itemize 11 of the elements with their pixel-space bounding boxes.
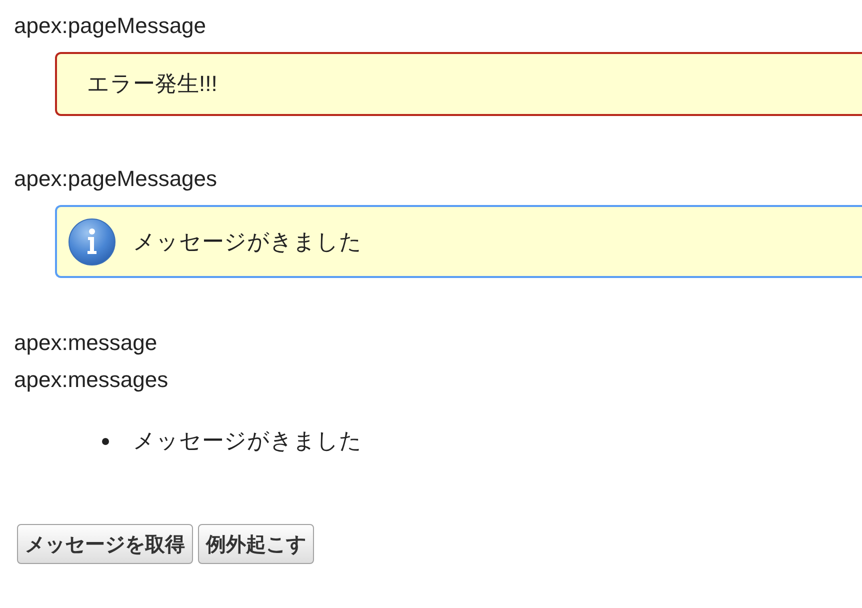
section-heading: apex:message	[14, 330, 158, 356]
section-heading: apex:pageMessages	[14, 166, 218, 192]
message-text: エラー発生!!!	[87, 70, 218, 98]
section-heading: apex:pageMessage	[14, 13, 206, 39]
action-button[interactable]: メッセージを取得	[17, 524, 193, 564]
message-text: メッセージがきました	[133, 228, 362, 256]
info-icon	[68, 218, 116, 266]
message-list-item: メッセージがきました	[133, 427, 362, 455]
section-heading: apex:messages	[14, 367, 168, 393]
bullet-icon	[102, 438, 109, 444]
action-button[interactable]: 例外起こす	[198, 524, 314, 564]
